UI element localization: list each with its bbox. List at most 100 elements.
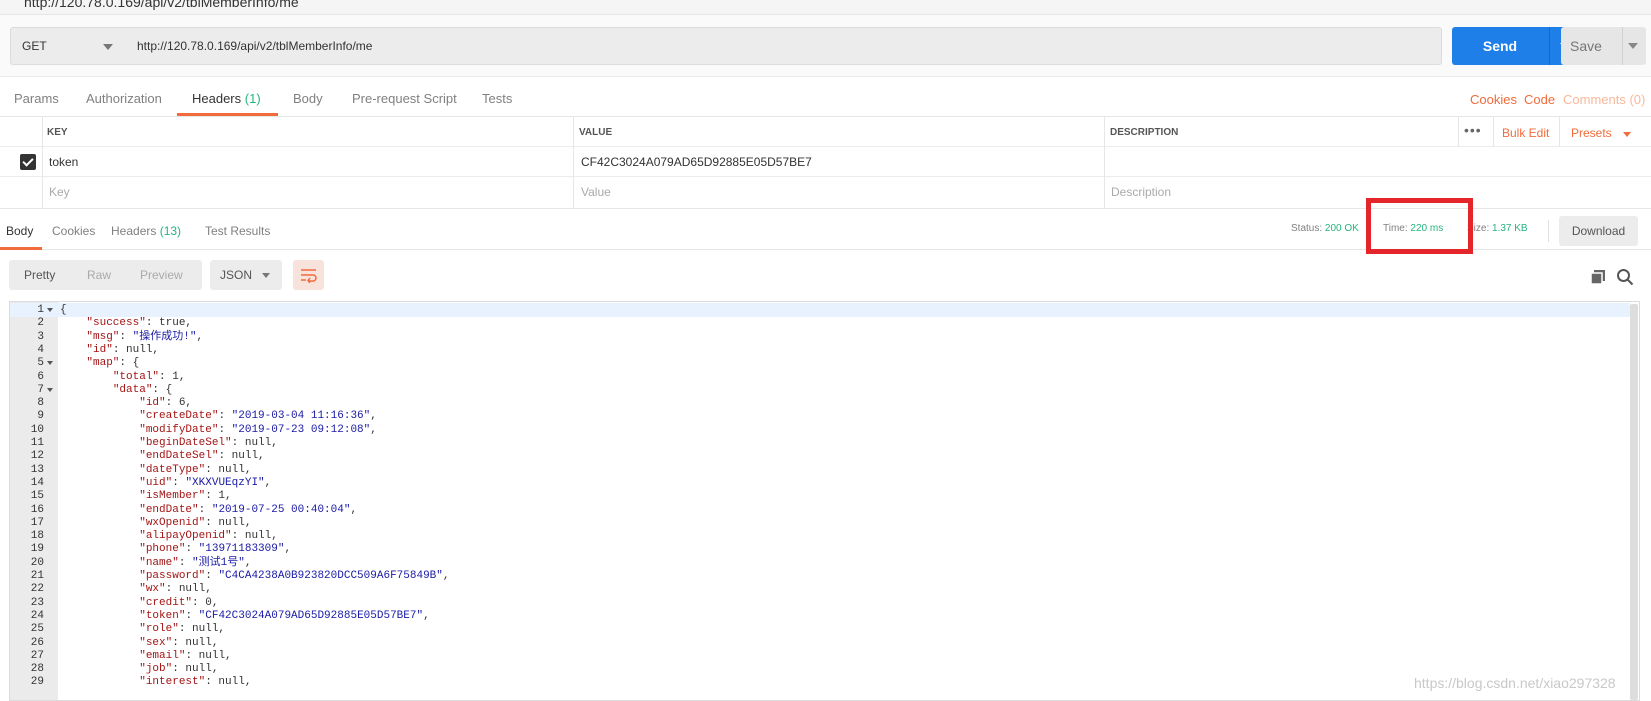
code-line: 1{ [10, 303, 1630, 317]
line-number: 1 [37, 304, 44, 316]
code-text: "id": null, [86, 343, 160, 356]
code-text: "phone": "13971183309", [139, 543, 292, 556]
code-line: 26 "sex": null, [10, 636, 1630, 650]
new-description-input[interactable]: Description [1111, 185, 1171, 199]
download-button[interactable]: Download [1559, 216, 1638, 246]
code-line: 24 "token": "CF42C3024A079AD65D92885E05D… [10, 609, 1630, 623]
code-line: 15 "isMember": 1, [10, 489, 1630, 503]
tab-response-headers-count: (13) [159, 224, 182, 238]
preview-button[interactable]: Preview [140, 268, 183, 282]
line-number: 16 [30, 503, 44, 516]
wrap-lines-button[interactable] [293, 260, 324, 290]
line-number: 4 [37, 343, 44, 356]
view-mode-switch: Pretty Raw Preview [9, 260, 202, 290]
comments-link[interactable]: Comments (0) [1563, 92, 1645, 107]
send-label: Send [1482, 38, 1518, 54]
request-bar: GET http://120.78.0.169/api/v2/tblMember… [0, 15, 1651, 77]
header-key-cell[interactable]: token [49, 155, 78, 169]
tab-params[interactable]: Params [14, 91, 59, 106]
line-number: 12 [30, 450, 44, 463]
line-number: 2 [37, 317, 44, 330]
line-number: 6 [37, 370, 44, 383]
tab-response-headers-label: Headers [111, 224, 157, 238]
tab-response-cookies[interactable]: Cookies [52, 224, 95, 238]
code-text: "success": true, [86, 317, 193, 330]
save-button[interactable]: Save [1561, 27, 1646, 65]
copy-icon[interactable] [1590, 269, 1606, 285]
bulk-edit-link[interactable]: Bulk Edit [1502, 126, 1549, 140]
more-options-icon[interactable]: ••• [1464, 122, 1482, 138]
code-text: "token": "CF42C3024A079AD65D92885E05D57B… [139, 609, 430, 622]
line-number: 27 [30, 649, 44, 662]
code-line: 21 "password": "C4CA4238A0B923820DCC509A… [10, 569, 1630, 583]
code-text: "credit": 0, [139, 596, 219, 609]
fold-toggle-icon[interactable] [47, 387, 53, 392]
line-number: 29 [30, 676, 44, 689]
code-line: 25 "role": null, [10, 622, 1630, 636]
tab-headers[interactable]: Headers (1) [192, 91, 261, 106]
header-value-cell[interactable]: CF42C3024A079AD65D92885E05D57BE7 [581, 155, 812, 169]
code-line: 13 "dateType": null, [10, 463, 1630, 477]
code-text: "password": "C4CA4238A0B923820DCC509A6F7… [139, 570, 450, 582]
cookies-link[interactable]: Cookies [1470, 92, 1517, 107]
fold-toggle-icon[interactable] [47, 361, 53, 366]
request-title-bar: http://120.78.0.169/api/v2/tblMemberInfo… [0, 0, 1651, 15]
line-number: 26 [30, 636, 44, 649]
line-number: 3 [37, 330, 44, 343]
code-text: "name": "测试1号", [139, 556, 252, 569]
checkbox-column-divider [42, 117, 43, 209]
raw-button[interactable]: Raw [87, 268, 111, 282]
description-column-divider [1458, 117, 1459, 147]
chevron-down-icon [103, 44, 113, 50]
code-line: 18 "alipayOpenid": null, [10, 529, 1630, 543]
tab-test-results[interactable]: Test Results [205, 224, 270, 238]
code-text: "total": 1, [112, 370, 186, 383]
watermark: https://blog.csdn.net/xiao297328 [1414, 675, 1616, 691]
line-number: 15 [30, 490, 44, 503]
response-body-editor[interactable]: 1{2 "success": true, 3 "msg": "操作成功!", 4 "… [9, 301, 1640, 701]
tab-body[interactable]: Body [293, 91, 323, 106]
code-link[interactable]: Code [1524, 92, 1555, 107]
code-text: "isMember": 1, [139, 490, 232, 503]
vertical-scrollbar[interactable] [1630, 304, 1638, 700]
tab-response-headers[interactable]: Headers (13) [111, 224, 181, 238]
url-input[interactable]: http://120.78.0.169/api/v2/tblMemberInfo… [125, 27, 1442, 65]
save-dropdown-icon[interactable] [1628, 43, 1638, 49]
code-line: 12 "endDateSel": null, [10, 449, 1630, 463]
tab-prerequest[interactable]: Pre-request Script [352, 91, 457, 106]
tab-response-body[interactable]: Body [6, 224, 33, 238]
presets-dropdown[interactable]: Presets [1571, 126, 1612, 140]
line-number: 24 [30, 609, 44, 622]
code-line: 23 "credit": 0, [10, 596, 1630, 610]
format-select[interactable]: JSON [210, 260, 282, 290]
more-column-divider [1493, 117, 1494, 147]
fold-toggle-icon[interactable] [47, 308, 53, 312]
wrap-lines-icon [301, 269, 317, 283]
code-text: "endDateSel": null, [139, 450, 265, 463]
status-label-text: Status: [1291, 223, 1323, 234]
code-line: 3 "msg": "操作成功!", [10, 330, 1630, 344]
tab-authorization[interactable]: Authorization [86, 91, 162, 106]
status-label: Status: 200 OK [1291, 223, 1359, 234]
method-select[interactable]: GET [10, 27, 126, 65]
code-text: "beginDateSel": null, [139, 437, 278, 449]
code-line: 2 "success": true, [10, 316, 1630, 330]
line-number: 9 [37, 410, 44, 423]
new-key-input[interactable]: Key [49, 185, 70, 199]
tab-tests[interactable]: Tests [482, 91, 512, 106]
code-text: "interest": null, [139, 676, 252, 689]
code-text: "modifyDate": "2019-07-23 09:12:08", [139, 423, 377, 436]
line-number: 23 [30, 596, 44, 609]
table-row: token CF42C3024A079AD65D92885E05D57BE7 [0, 147, 1651, 177]
line-number: 21 [30, 570, 44, 582]
code-text: "role": null, [139, 623, 226, 636]
row-enabled-checkbox[interactable] [20, 154, 36, 170]
value-column-divider [1104, 117, 1105, 209]
line-number: 22 [30, 583, 44, 596]
pretty-button[interactable]: Pretty [24, 268, 55, 282]
search-icon[interactable] [1616, 268, 1634, 286]
code-line: 6 "total": 1, [10, 370, 1630, 384]
size-label: Size: 1.37 KB [1467, 223, 1528, 234]
key-column-header: KEY [47, 127, 68, 138]
new-value-input[interactable]: Value [581, 185, 611, 199]
